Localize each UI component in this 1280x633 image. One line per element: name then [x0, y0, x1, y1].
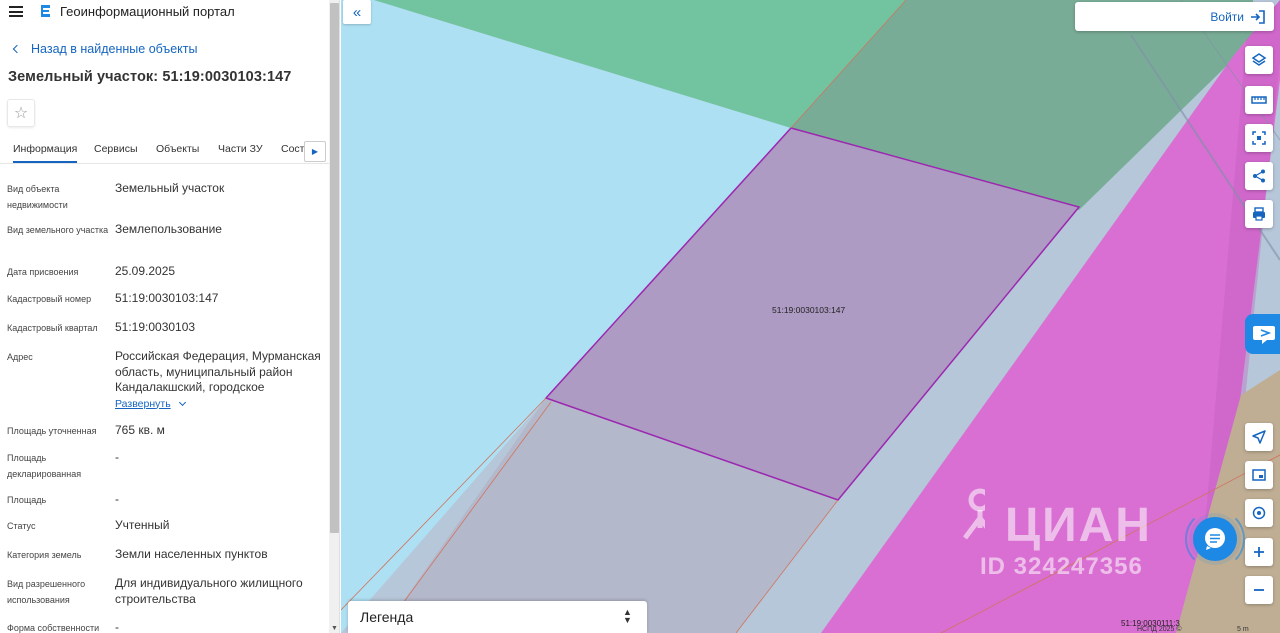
select-area-button[interactable]: [1245, 124, 1273, 152]
expand-address-link[interactable]: Развернуть: [115, 397, 186, 413]
zoom-out-icon: [1254, 589, 1264, 591]
collapse-panel-button[interactable]: «: [343, 0, 371, 24]
address-text: Российская Федерация, Мурманская область…: [115, 349, 321, 394]
attr-value: 25.09.2025: [115, 264, 176, 278]
attr-key: Вид разрешенного использования: [7, 579, 86, 605]
parcel-cadastral-label[interactable]: 51:19:0030103:147: [772, 305, 845, 315]
zoom-in-button[interactable]: [1245, 538, 1273, 566]
favorite-star-button[interactable]: ☆: [7, 99, 35, 127]
updown-chevron-icon: ▲ ▼: [623, 607, 632, 625]
login-icon: [1251, 9, 1265, 24]
double-chevron-left-icon: «: [352, 3, 362, 21]
app-title: Геоинформационный портал: [60, 4, 235, 19]
print-icon: [1253, 207, 1265, 221]
chat-button[interactable]: [1193, 517, 1237, 561]
side-feedback-button[interactable]: [1245, 314, 1280, 354]
tab-objects[interactable]: Объекты: [156, 143, 199, 155]
legend-label: Легенда: [360, 609, 414, 625]
caret-right-icon: ▶: [311, 147, 319, 156]
app-root: Геоинформационный портал Назад в найденн…: [0, 0, 1280, 633]
attr-value: Земельный участок: [115, 181, 225, 195]
ruler-icon: [1251, 96, 1267, 104]
attr-key: Кадастровый номер: [7, 294, 92, 304]
layers-icon: [1251, 53, 1267, 66]
attr-key: Форма собственности: [7, 623, 100, 633]
scale-bar-label: 5 m: [1237, 626, 1249, 633]
locate-button[interactable]: [1245, 423, 1273, 451]
attr-value: Для индивидуального жилищного строительс…: [115, 576, 303, 606]
attr-key: Адрес: [7, 352, 33, 362]
menu-icon[interactable]: [9, 6, 23, 17]
page-title: Земельный участок: 51:19:0030103:147: [8, 69, 292, 85]
tabs-scroll-right-button[interactable]: ▶: [304, 141, 326, 162]
top-bar: Геоинформационный портал: [0, 0, 330, 24]
legend-dropdown[interactable]: Легенда ▲ ▼: [348, 601, 647, 633]
attr-key: Дата присвоения: [7, 267, 79, 277]
tab-bar: Информация Сервисы Объекты Части ЗУ Сост…: [0, 138, 330, 164]
tab-information[interactable]: Информация: [13, 143, 78, 163]
attr-key: Вид объекта недвижимости: [7, 184, 68, 210]
attr-value: 51:19:0030103:147: [115, 291, 219, 305]
attr-key: Категория земель: [7, 550, 82, 560]
back-link[interactable]: Назад в найденные объекты: [10, 42, 197, 56]
login-label: Войти: [1210, 9, 1244, 24]
attr-value: -: [115, 492, 119, 506]
zoom-in-icon: [1254, 547, 1264, 557]
minimap-button[interactable]: [1245, 461, 1273, 489]
map-layers: [341, 0, 1280, 633]
tab-parts[interactable]: Части ЗУ: [218, 143, 263, 155]
attr-value: 51:19:0030103: [115, 320, 196, 334]
back-link-label: Назад в найденные объекты: [31, 42, 198, 56]
map-attribution: НСПД 2025 ©: [1137, 626, 1182, 633]
message-icon: [1253, 326, 1275, 344]
print-button[interactable]: [1245, 200, 1273, 228]
attr-key: Вид земельного участка: [7, 225, 109, 235]
star-icon: ☆: [13, 105, 29, 122]
locate-icon: [1252, 430, 1266, 444]
chat-bubble-icon: [1205, 528, 1225, 550]
attr-value: -: [115, 450, 119, 464]
attr-value: Земли населенных пунктов: [115, 547, 268, 561]
attr-value-address: Российская Федерация, Мурманская область…: [115, 349, 327, 412]
attr-value: 765 кв. м: [115, 423, 165, 437]
share-button[interactable]: [1245, 162, 1273, 190]
panel-scrollbar[interactable]: ▼: [329, 0, 339, 633]
select-area-icon: [1252, 131, 1266, 145]
attr-value: Землепользование: [115, 222, 222, 236]
info-panel: Геоинформационный портал Назад в найденн…: [0, 0, 340, 633]
map-canvas[interactable]: 51:19:0030103:147 51:19:0030111:3: [341, 0, 1280, 633]
attr-key: Площадь: [7, 495, 47, 505]
attr-key: Площадь уточненная: [7, 426, 97, 436]
attr-key: Площадь декларированная: [7, 453, 82, 479]
zoom-out-button[interactable]: [1245, 576, 1273, 604]
attr-value: -: [115, 620, 119, 633]
expand-label: Развернуть: [115, 397, 171, 410]
chevron-left-icon: [12, 44, 22, 54]
ruler-button[interactable]: [1245, 86, 1273, 114]
share-icon: [1253, 169, 1265, 183]
attr-key: Кадастровый квартал: [7, 323, 98, 333]
geocode-button[interactable]: [1245, 499, 1273, 527]
attr-key: Статус: [7, 521, 36, 531]
tab-services[interactable]: Сервисы: [94, 143, 138, 155]
layers-button[interactable]: [1245, 46, 1273, 74]
portal-logo-icon: [41, 5, 50, 17]
scrollbar-thumb[interactable]: [330, 3, 339, 533]
geocode-icon: [1252, 506, 1266, 520]
scroll-down-icon[interactable]: ▼: [331, 625, 338, 632]
chevron-down-icon: [178, 399, 186, 407]
minimap-icon: [1252, 469, 1266, 481]
login-button[interactable]: Войти: [1075, 2, 1274, 31]
attr-value: Учтенный: [115, 518, 170, 532]
